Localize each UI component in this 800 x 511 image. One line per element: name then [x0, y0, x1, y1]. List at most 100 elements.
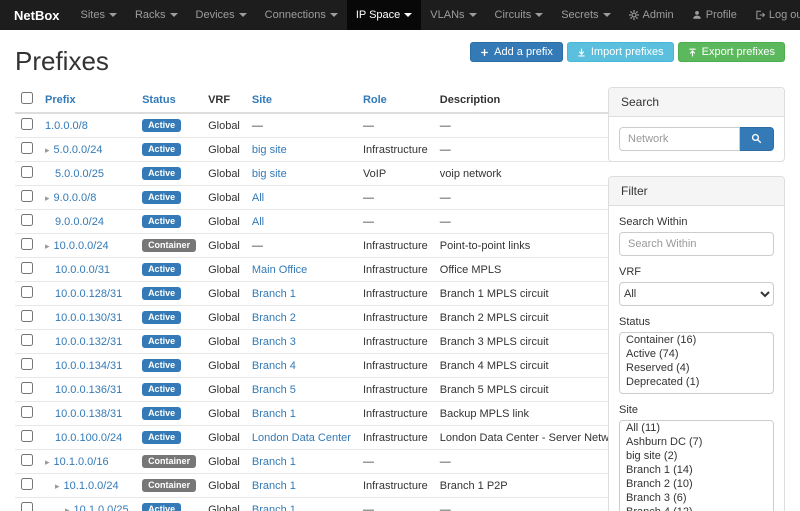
row-checkbox[interactable]: [21, 166, 33, 178]
add-prefix-button[interactable]: Add a prefix: [470, 42, 563, 62]
nav-item-racks[interactable]: Racks: [126, 0, 187, 30]
button-label: Add a prefix: [494, 46, 553, 58]
prefix-link[interactable]: 9.0.0.0/24: [55, 216, 104, 228]
prefix-link[interactable]: 10.1.0.0/24: [64, 480, 119, 492]
prefix-table: PrefixStatusVRFSiteRoleDescription 1.0.0…: [15, 87, 630, 511]
status-filter-listbox[interactable]: Container (16)Active (74)Reserved (4)Dep…: [619, 332, 774, 394]
row-checkbox[interactable]: [21, 142, 33, 154]
role-cell: Infrastructure: [357, 402, 434, 426]
site-link[interactable]: Main Office: [252, 264, 307, 276]
site-link[interactable]: Branch 3: [252, 336, 296, 348]
prefix-link[interactable]: 10.0.0.138/31: [55, 408, 122, 420]
row-checkbox[interactable]: [21, 310, 33, 322]
site-link[interactable]: Branch 1: [252, 480, 296, 492]
filter-option[interactable]: Branch 2 (10): [620, 477, 773, 491]
import-prefixes-button[interactable]: Import prefixes: [567, 42, 674, 62]
prefix-link[interactable]: 10.0.0.130/31: [55, 312, 122, 324]
row-checkbox[interactable]: [21, 262, 33, 274]
site-link[interactable]: Branch 1: [252, 456, 296, 468]
nav-item-profile[interactable]: Profile: [683, 0, 746, 30]
site-link[interactable]: Branch 4: [252, 360, 296, 372]
nav-item-secrets[interactable]: Secrets: [552, 0, 619, 30]
column-header-prefix[interactable]: Prefix: [39, 87, 136, 113]
column-header-role[interactable]: Role: [357, 87, 434, 113]
filter-option[interactable]: Deprecated (1): [620, 375, 773, 389]
filter-option[interactable]: Branch 4 (12): [620, 505, 773, 511]
site-link[interactable]: big site: [252, 168, 287, 180]
prefix-link[interactable]: 1.0.0.0/8: [45, 120, 88, 132]
nav-item-label: Admin: [643, 9, 674, 21]
prefix-link[interactable]: 10.0.0.132/31: [55, 336, 122, 348]
status-badge: Active: [142, 287, 181, 301]
filter-option[interactable]: Branch 3 (6): [620, 491, 773, 505]
prefix-link[interactable]: 10.0.0.134/31: [55, 360, 122, 372]
nav-item-admin[interactable]: Admin: [620, 0, 683, 30]
nav-item-vlans[interactable]: VLANs: [421, 0, 485, 30]
site-link[interactable]: Branch 1: [252, 408, 296, 420]
row-checkbox[interactable]: [21, 118, 33, 130]
column-header-status[interactable]: Status: [136, 87, 202, 113]
brand-link[interactable]: NetBox: [8, 0, 72, 30]
prefix-link[interactable]: 10.1.0.0/16: [54, 456, 109, 468]
nav-item-circuits[interactable]: Circuits: [486, 0, 553, 30]
status-filter-label: Status: [619, 316, 774, 328]
description-cell: —: [434, 113, 631, 138]
column-header-vrf: VRF: [202, 87, 246, 113]
filter-option[interactable]: Reserved (4): [620, 361, 773, 375]
row-checkbox[interactable]: [21, 190, 33, 202]
site-link[interactable]: Branch 1: [252, 504, 296, 511]
prefix-link[interactable]: 5.0.0.0/24: [54, 144, 103, 156]
site-link[interactable]: All: [252, 216, 264, 228]
filter-option[interactable]: Ashburn DC (7): [620, 435, 773, 449]
site-link[interactable]: London Data Center: [252, 432, 351, 444]
column-header-site[interactable]: Site: [246, 87, 357, 113]
description-cell: Point-to-point links: [434, 234, 631, 258]
site-link[interactable]: Branch 2: [252, 312, 296, 324]
row-checkbox[interactable]: [21, 454, 33, 466]
filter-option[interactable]: Branch 1 (14): [620, 463, 773, 477]
row-checkbox[interactable]: [21, 214, 33, 226]
prefix-link[interactable]: 10.0.0.136/31: [55, 384, 122, 396]
prefix-link[interactable]: 10.0.0.128/31: [55, 288, 122, 300]
select-all-checkbox[interactable]: [21, 92, 33, 104]
prefix-link[interactable]: 9.0.0.0/8: [54, 192, 97, 204]
search-button[interactable]: [740, 127, 774, 151]
nav-item-ip-space[interactable]: IP Space: [347, 0, 421, 30]
filter-option[interactable]: Container (16): [620, 333, 773, 347]
filter-option[interactable]: big site (2): [620, 449, 773, 463]
prefix-link[interactable]: 10.1.0.0/25: [74, 504, 129, 511]
nav-item-devices[interactable]: Devices: [187, 0, 256, 30]
site-link[interactable]: big site: [252, 144, 287, 156]
export-prefixes-button[interactable]: Export prefixes: [678, 42, 785, 62]
row-checkbox[interactable]: [21, 406, 33, 418]
nav-item-logout[interactable]: Log out: [746, 0, 800, 30]
site-link[interactable]: Branch 5: [252, 384, 296, 396]
gear-icon: [629, 10, 639, 20]
row-checkbox[interactable]: [21, 382, 33, 394]
prefix-link[interactable]: 5.0.0.0/25: [55, 168, 104, 180]
nav-item-connections[interactable]: Connections: [256, 0, 347, 30]
filter-option[interactable]: All (11): [620, 421, 773, 435]
filter-option[interactable]: Active (74): [620, 347, 773, 361]
search-input[interactable]: [619, 127, 740, 151]
row-checkbox[interactable]: [21, 334, 33, 346]
prefix-link[interactable]: 10.0.0.0/24: [54, 240, 109, 252]
site-link[interactable]: All: [252, 192, 264, 204]
row-checkbox[interactable]: [21, 478, 33, 490]
row-checkbox[interactable]: [21, 358, 33, 370]
site-filter-listbox[interactable]: All (11)Ashburn DC (7)big site (2)Branch…: [619, 420, 774, 511]
row-checkbox[interactable]: [21, 286, 33, 298]
vrf-filter-select[interactable]: All: [619, 282, 774, 306]
prefix-link[interactable]: 10.0.0.0/31: [55, 264, 110, 276]
row-checkbox[interactable]: [21, 238, 33, 250]
nav-item-sites[interactable]: Sites: [72, 0, 126, 30]
action-buttons: Add a prefix Import prefixes Export pref…: [470, 42, 785, 62]
row-checkbox[interactable]: [21, 430, 33, 442]
site-link[interactable]: Branch 1: [252, 288, 296, 300]
filter-panel: Filter Search Within VRF All Status Cont…: [608, 176, 785, 511]
prefix-link[interactable]: 10.0.100.0/24: [55, 432, 122, 444]
search-within-input[interactable]: [619, 232, 774, 256]
description-cell: voip network: [434, 162, 631, 186]
status-badge: Container: [142, 455, 196, 469]
row-checkbox[interactable]: [21, 502, 33, 511]
